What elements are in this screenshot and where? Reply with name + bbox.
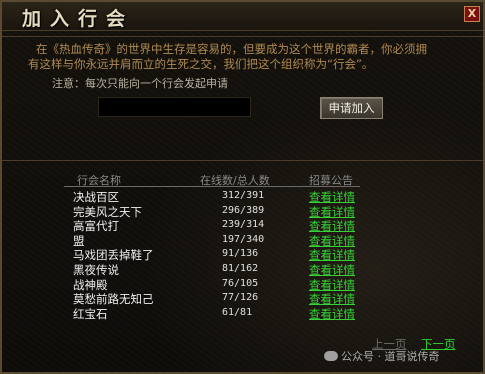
table-row[interactable]: 红宝石 61/81 查看详情 <box>2 306 483 321</box>
table-row[interactable]: 莫愁前路无知己 77/126 查看详情 <box>2 291 483 306</box>
view-details-link[interactable]: 查看详情 <box>309 262 355 278</box>
table-row[interactable]: 战神殿 76/105 查看详情 <box>2 277 483 292</box>
member-count: 239/314 <box>222 219 265 231</box>
table-row[interactable]: 盟 197/340 查看详情 <box>2 233 483 248</box>
header-underline <box>64 186 360 187</box>
view-details-link[interactable]: 查看详情 <box>309 277 355 293</box>
table-row[interactable]: 决战百区 312/391 查看详情 <box>2 189 483 204</box>
table-row[interactable]: 完美风之天下 296/389 查看详情 <box>2 204 483 219</box>
guild-name: 马戏团丢掉鞋了 <box>73 248 154 263</box>
table-row[interactable]: 黑夜传说 81/162 查看详情 <box>2 262 483 277</box>
member-count: 91/136 <box>222 248 259 260</box>
section-divider <box>2 160 483 161</box>
table-row[interactable]: 马戏团丢掉鞋了 91/136 查看详情 <box>2 247 483 262</box>
table-row[interactable]: 高富代打 239/314 查看详情 <box>2 218 483 233</box>
guild-name: 盟 <box>73 233 85 248</box>
guild-name: 莫愁前路无知己 <box>73 292 154 307</box>
window-title: 加入行会 <box>22 8 135 30</box>
member-count: 61/81 <box>222 306 253 318</box>
view-details-link[interactable]: 查看详情 <box>309 233 355 249</box>
top-divider <box>2 36 483 37</box>
guild-name: 黑夜传说 <box>73 262 119 277</box>
watermark-text: 公众号 · 道哥说传奇 <box>341 350 440 363</box>
wechat-icon <box>324 351 338 361</box>
member-count: 81/162 <box>222 262 259 274</box>
member-count: 296/389 <box>222 204 265 216</box>
guild-name: 高富代打 <box>73 219 119 234</box>
title-bar[interactable]: 加入行会 X <box>2 2 483 31</box>
view-details-link[interactable]: 查看详情 <box>309 291 355 307</box>
intro-line-1: 在《热血传奇》的世界中生存是容易的，但要成为这个世界的霸者，你必须拥 <box>36 42 427 56</box>
view-details-link[interactable]: 查看详情 <box>309 247 355 263</box>
member-count: 197/340 <box>222 233 265 245</box>
member-count: 76/105 <box>222 277 259 289</box>
apply-join-button[interactable]: 申请加入 <box>320 97 383 119</box>
view-details-link[interactable]: 查看详情 <box>309 204 355 220</box>
view-details-link[interactable]: 查看详情 <box>309 306 355 322</box>
view-details-link[interactable]: 查看详情 <box>309 189 355 205</box>
guild-name: 完美风之天下 <box>73 204 142 219</box>
watermark: 公众号 · 道哥说传奇 <box>324 348 440 364</box>
guild-name: 红宝石 <box>73 306 108 321</box>
guild-name: 战神殿 <box>73 277 108 292</box>
application-note: 注意：每次只能向一个行会发起申请 <box>52 77 228 90</box>
guild-name: 决战百区 <box>73 190 119 204</box>
intro-line-2: 有这样与你永远并肩而立的生死之交，我们把这个组织称为“行会”。 <box>28 57 374 71</box>
join-guild-window: 加入行会 X 在《热血传奇》的世界中生存是容易的，但要成为这个世界的霸者，你必须… <box>0 0 485 374</box>
guild-name-input[interactable] <box>98 97 251 117</box>
member-count: 312/391 <box>222 190 265 201</box>
member-count: 77/126 <box>222 292 259 304</box>
intro-text: 在《热血传奇》的世界中生存是容易的，但要成为这个世界的霸者，你必须拥 有这样与你… <box>28 42 458 72</box>
close-icon[interactable]: X <box>464 6 480 22</box>
view-details-link[interactable]: 查看详情 <box>309 218 355 234</box>
guild-list: 决战百区 312/391 查看详情 完美风之天下 296/389 查看详情 高富代打 23… <box>2 189 483 321</box>
